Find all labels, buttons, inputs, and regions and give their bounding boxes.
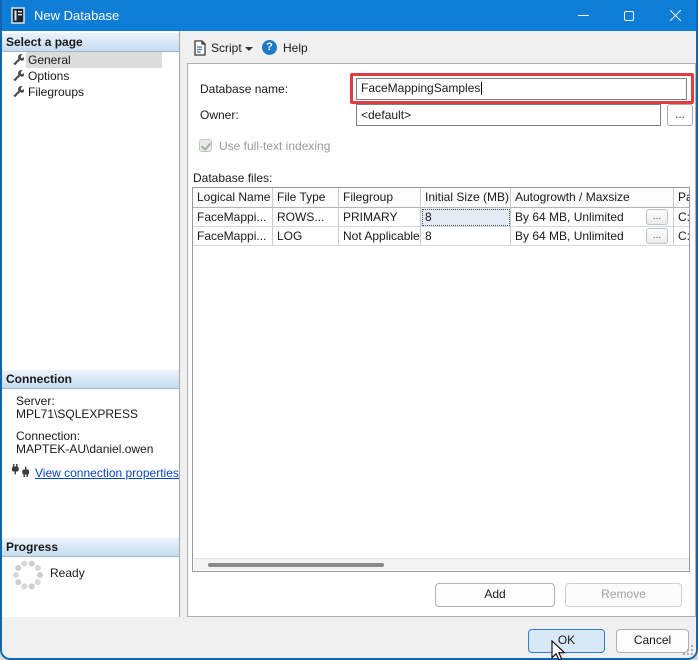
cell-file-type[interactable]: ROWS...: [273, 208, 339, 227]
minimize-icon: [578, 15, 589, 16]
sidebar: Select a page General Options Filegroups…: [2, 31, 180, 618]
wrench-icon: [11, 53, 24, 69]
cell-file-type[interactable]: LOG: [273, 227, 339, 246]
column-header-file-type: File Type: [273, 188, 339, 208]
horizontal-scrollbar[interactable]: [194, 558, 689, 570]
app-icon: [10, 7, 27, 27]
cell-autogrowth[interactable]: By 64 MB, Unlimited...: [511, 208, 674, 227]
cell-logical-name[interactable]: FaceMappi...: [193, 208, 273, 227]
database-name-value: FaceMappingSamples: [361, 81, 480, 95]
grid-row-log-file: FaceMappi... LOG Not Applicable 8 By 64 …: [193, 227, 674, 246]
mouse-cursor: [551, 640, 568, 660]
help-icon: ?: [262, 40, 277, 55]
cell-logical-name[interactable]: FaceMappi...: [193, 227, 273, 246]
progress-spinner-icon: [11, 558, 45, 595]
fulltext-checkbox: [199, 139, 212, 152]
minimize-button[interactable]: [560, 0, 606, 31]
script-dropdown-arrow[interactable]: [245, 47, 253, 51]
sidebar-item-filegroups[interactable]: Filegroups: [2, 84, 179, 100]
wrench-icon: [11, 69, 24, 85]
database-files-label: Database files:: [193, 171, 272, 185]
script-button[interactable]: Script: [211, 41, 242, 55]
sidebar-item-label: General: [28, 53, 71, 67]
cell-filegroup[interactable]: PRIMARY: [339, 208, 421, 227]
progress-status: Ready: [50, 566, 85, 580]
autogrowth-value: By 64 MB, Unlimited: [515, 210, 624, 224]
close-button[interactable]: [652, 0, 698, 31]
server-label: Server:: [16, 394, 55, 408]
resize-grip[interactable]: [681, 643, 693, 655]
server-value: MPL71\SQLEXPRESS: [16, 407, 138, 421]
sidebar-item-label: Options: [28, 69, 69, 83]
connection-header: Connection: [2, 370, 179, 389]
owner-browse-button[interactable]: ...: [667, 104, 693, 126]
close-icon: [669, 9, 682, 22]
fulltext-label: Use full-text indexing: [219, 139, 330, 153]
sidebar-item-general[interactable]: General: [2, 52, 179, 68]
connection-label: Connection:: [16, 429, 80, 443]
grid-header-row: Logical Name File Type Filegroup Initial…: [193, 188, 674, 208]
owner-input[interactable]: [356, 104, 661, 126]
remove-button: Remove: [565, 583, 682, 607]
grid-row-rows-file: FaceMappi... ROWS... PRIMARY 8 By 64 MB,…: [193, 208, 674, 227]
wrench-icon: [11, 85, 24, 101]
database-files-grid: Logical Name File Type Filegroup Initial…: [192, 187, 690, 572]
autogrowth-value: By 64 MB, Unlimited: [515, 229, 624, 243]
scrollbar-thumb[interactable]: [208, 563, 384, 567]
cell-filegroup[interactable]: Not Applicable: [339, 227, 421, 246]
new-database-dialog: New Database Select a page General Optio…: [0, 0, 698, 660]
select-page-header: Select a page: [2, 33, 179, 52]
add-button[interactable]: Add: [435, 583, 555, 607]
column-header-autogrowth: Autogrowth / Maxsize: [511, 188, 674, 208]
cell-initial-size[interactable]: 8: [421, 227, 511, 246]
window-title: New Database: [34, 8, 119, 23]
titlebar[interactable]: New Database: [0, 0, 698, 31]
column-header-initial-size: Initial Size (MB): [421, 188, 511, 208]
column-header-path: Pa: [674, 188, 690, 208]
script-icon: [192, 40, 207, 60]
column-header-filegroup: Filegroup: [339, 188, 421, 208]
text-caret: [481, 82, 482, 95]
connection-plug-icon: [11, 463, 31, 481]
maximize-icon: [624, 11, 634, 21]
database-name-input[interactable]: FaceMappingSamples: [356, 78, 687, 100]
progress-header: Progress: [2, 538, 179, 557]
owner-label: Owner:: [200, 108, 239, 122]
cell-autogrowth[interactable]: By 64 MB, Unlimited...: [511, 227, 674, 246]
view-connection-properties-link[interactable]: View connection properties: [35, 466, 179, 480]
database-name-label: Database name:: [200, 82, 288, 96]
sidebar-item-options[interactable]: Options: [2, 68, 179, 84]
cell-path[interactable]: C:: [674, 227, 690, 246]
connection-value: MAPTEK-AU\daniel.owen: [16, 442, 153, 456]
autogrowth-browse-button[interactable]: ...: [646, 209, 668, 225]
help-button[interactable]: Help: [283, 41, 308, 55]
cancel-button[interactable]: Cancel: [616, 629, 689, 653]
autogrowth-browse-button[interactable]: ...: [646, 228, 668, 244]
cell-path[interactable]: C:: [674, 208, 690, 227]
maximize-button[interactable]: [606, 0, 652, 31]
cell-initial-size-selected[interactable]: 8: [421, 208, 511, 227]
sidebar-item-label: Filegroups: [28, 85, 84, 99]
column-header-logical-name: Logical Name: [193, 188, 273, 208]
